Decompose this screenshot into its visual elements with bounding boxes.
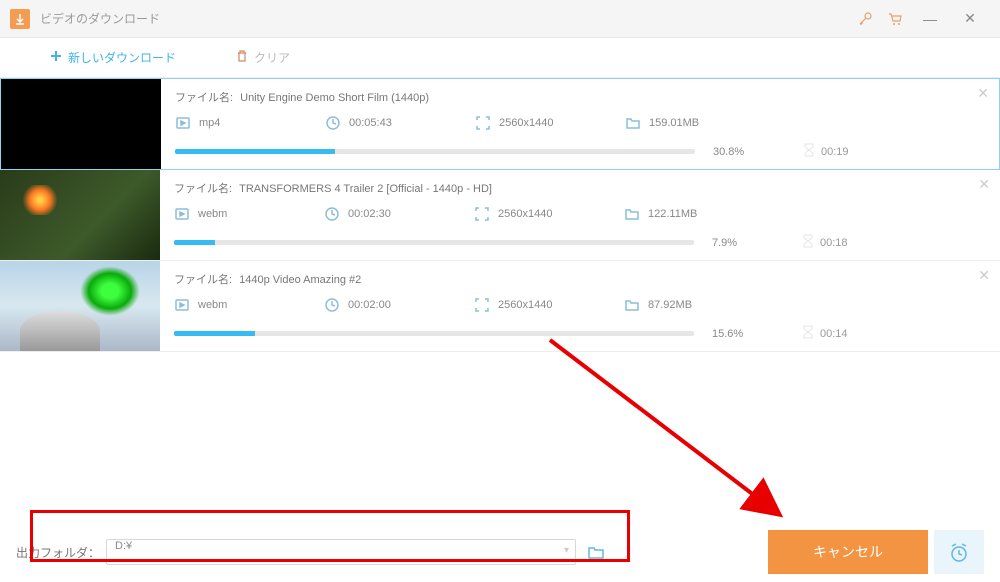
progress-percent: 15.6%: [712, 328, 762, 340]
folder-icon: [624, 297, 640, 313]
progress-percent: 7.9%: [712, 237, 762, 249]
minimize-button[interactable]: —: [910, 0, 950, 38]
eta: 00:19: [803, 143, 849, 160]
output-folder-area: 出力フォルダ： D:¥ ▾: [16, 539, 768, 565]
filename-line: ファイル名: TRANSFORMERS 4 Trailer 2 [Officia…: [174, 180, 986, 196]
progress-row: 7.9% 00:18: [174, 234, 986, 251]
size-cell: 159.01MB: [625, 115, 775, 131]
resolution-cell: 2560x1440: [474, 206, 624, 222]
resolution-cell: 2560x1440: [474, 297, 624, 313]
output-folder-value: D:¥: [115, 540, 132, 552]
duration-cell: 00:05:43: [325, 115, 475, 131]
progress-bar: [175, 149, 695, 154]
folder-icon: [624, 206, 640, 222]
schedule-button[interactable]: [934, 530, 984, 574]
clock-icon: [324, 206, 340, 222]
resolution-cell: 2560x1440: [475, 115, 625, 131]
new-download-label: 新しいダウンロード: [68, 49, 176, 66]
remove-download-button[interactable]: ✕: [977, 85, 989, 102]
meta-row: webm 00:02:30 2560x1440 122.11MB: [174, 206, 986, 222]
eta: 00:18: [802, 234, 848, 251]
progress-row: 15.6% 00:14: [174, 325, 986, 342]
format-cell: webm: [174, 206, 324, 222]
size-cell: 87.92MB: [624, 297, 774, 313]
size-cell: 122.11MB: [624, 206, 774, 222]
clock-icon: [325, 115, 341, 131]
hourglass-icon: [802, 325, 814, 342]
output-folder-label: 出力フォルダ：: [16, 544, 100, 561]
remove-download-button[interactable]: ✕: [978, 267, 990, 284]
browse-folder-button[interactable]: [582, 539, 610, 565]
resolution-icon: [475, 115, 491, 131]
filename-value: 1440p Video Amazing #2: [239, 274, 361, 286]
cancel-label: キャンセル: [813, 542, 883, 562]
thumbnail: [1, 79, 161, 169]
thumbnail: [0, 170, 160, 260]
progress-bar: [174, 331, 694, 336]
window-title: ビデオのダウンロード: [40, 10, 850, 27]
thumbnail: [0, 261, 160, 351]
download-row[interactable]: ファイル名: 1440p Video Amazing #2 webm 00:02…: [0, 261, 1000, 352]
progress-row: 30.8% 00:19: [175, 143, 985, 160]
format-icon: [174, 206, 190, 222]
duration-cell: 00:02:00: [324, 297, 474, 313]
footer: 出力フォルダ： D:¥ ▾ キャンセル: [0, 522, 1000, 582]
cart-icon[interactable]: [880, 4, 910, 34]
annotation-arrow: [540, 330, 820, 540]
duration-cell: 00:02:30: [324, 206, 474, 222]
remove-download-button[interactable]: ✕: [978, 176, 990, 193]
download-row[interactable]: ファイル名: Unity Engine Demo Short Film (144…: [0, 78, 1000, 170]
output-folder-input[interactable]: D:¥ ▾: [106, 539, 576, 565]
close-window-button[interactable]: ✕: [950, 0, 990, 38]
hourglass-icon: [803, 143, 815, 160]
cancel-button[interactable]: キャンセル: [768, 530, 928, 574]
download-info: ファイル名: TRANSFORMERS 4 Trailer 2 [Officia…: [160, 170, 1000, 260]
clock-icon: [324, 297, 340, 313]
titlebar: ビデオのダウンロード — ✕: [0, 0, 1000, 38]
filename-value: Unity Engine Demo Short Film (1440p): [240, 92, 429, 104]
download-row[interactable]: ファイル名: TRANSFORMERS 4 Trailer 2 [Officia…: [0, 170, 1000, 261]
toolbar: 新しいダウンロード クリア: [0, 38, 1000, 78]
new-download-button[interactable]: 新しいダウンロード: [50, 49, 176, 66]
chevron-down-icon: ▾: [564, 545, 569, 556]
download-info: ファイル名: 1440p Video Amazing #2 webm 00:02…: [160, 261, 1000, 351]
app-logo: [10, 9, 30, 29]
format-cell: mp4: [175, 115, 325, 131]
resolution-icon: [474, 206, 490, 222]
folder-icon: [625, 115, 641, 131]
download-list: ファイル名: Unity Engine Demo Short Film (144…: [0, 78, 1000, 352]
hourglass-icon: [802, 234, 814, 251]
trash-icon: [236, 50, 248, 65]
filename-line: ファイル名: 1440p Video Amazing #2: [174, 271, 986, 287]
filename-label: ファイル名:: [174, 274, 232, 286]
plus-icon: [50, 50, 62, 65]
download-info: ファイル名: Unity Engine Demo Short Film (144…: [161, 79, 999, 169]
format-cell: webm: [174, 297, 324, 313]
key-icon[interactable]: [850, 4, 880, 34]
filename-value: TRANSFORMERS 4 Trailer 2 [Official - 144…: [239, 183, 492, 195]
eta: 00:14: [802, 325, 848, 342]
format-icon: [175, 115, 191, 131]
resolution-icon: [474, 297, 490, 313]
filename-line: ファイル名: Unity Engine Demo Short Film (144…: [175, 89, 985, 105]
meta-row: mp4 00:05:43 2560x1440 159.01MB: [175, 115, 985, 131]
format-icon: [174, 297, 190, 313]
filename-label: ファイル名:: [175, 92, 233, 104]
progress-percent: 30.8%: [713, 146, 763, 158]
clear-button[interactable]: クリア: [236, 49, 290, 66]
filename-label: ファイル名:: [174, 183, 232, 195]
clear-label: クリア: [254, 49, 290, 66]
meta-row: webm 00:02:00 2560x1440 87.92MB: [174, 297, 986, 313]
progress-bar: [174, 240, 694, 245]
